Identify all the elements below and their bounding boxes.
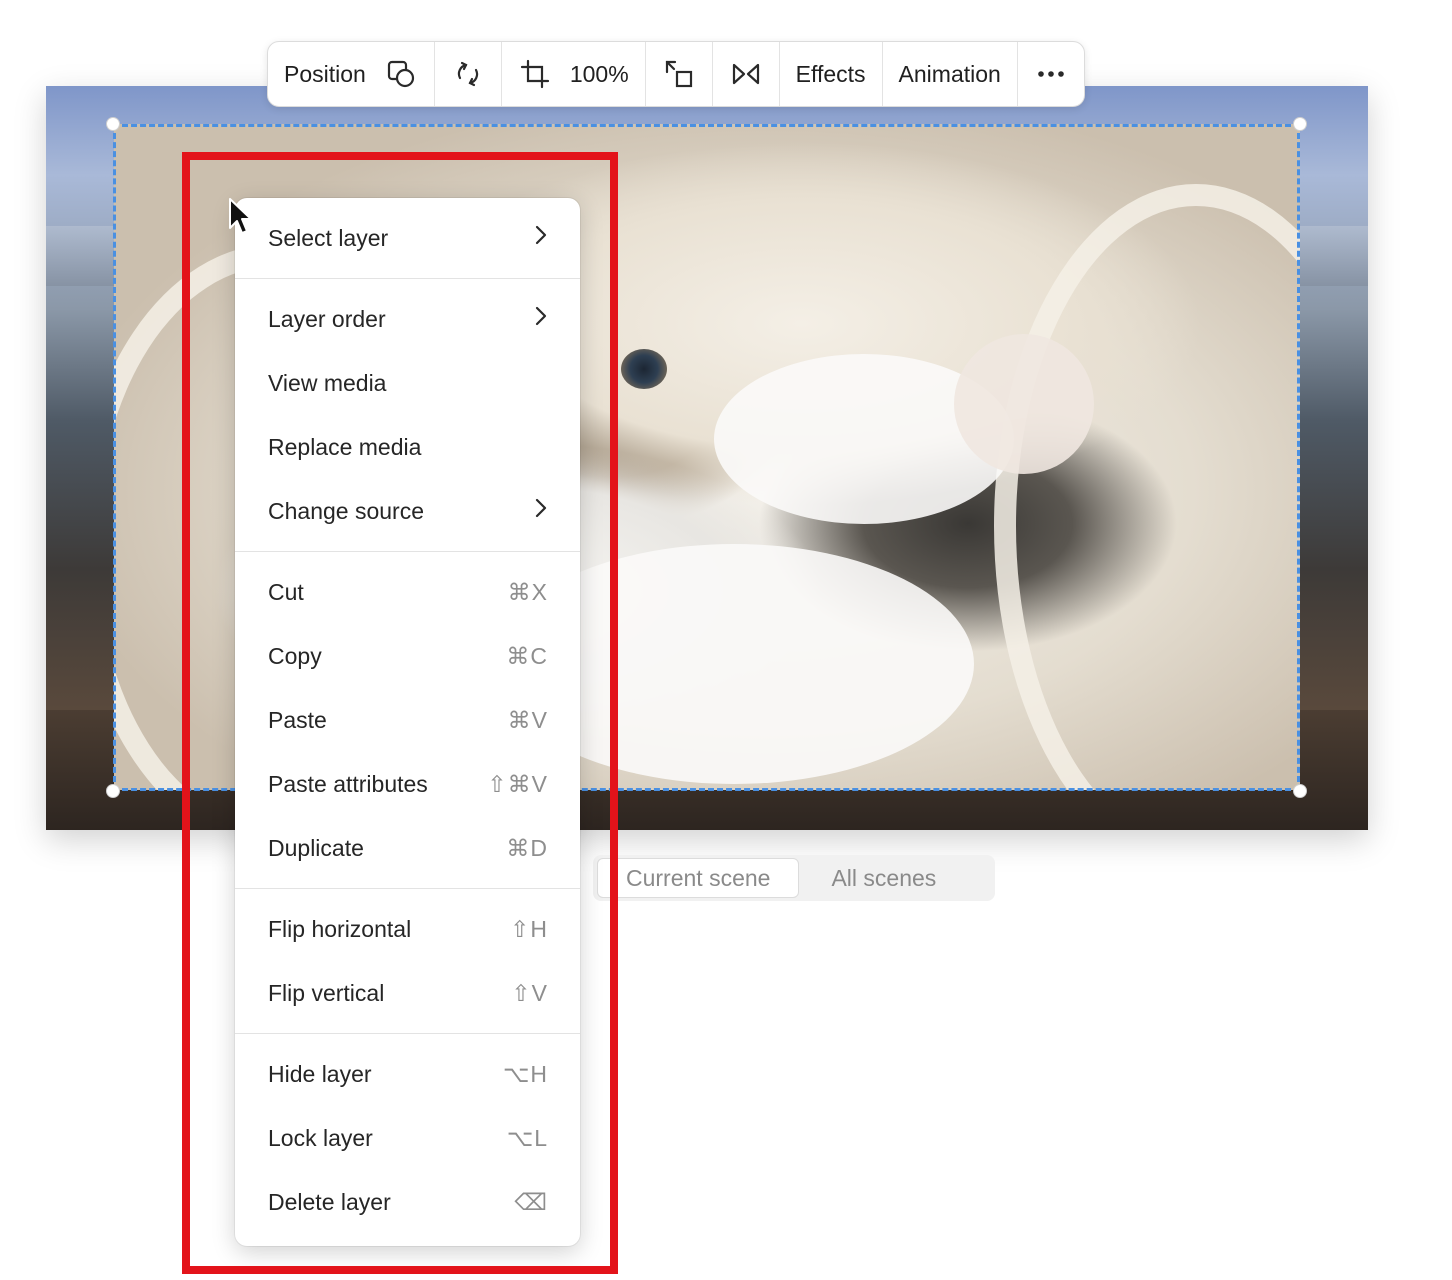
crop-zoom-group: 100% <box>502 42 646 106</box>
menu-item-label: Paste <box>268 706 327 733</box>
menu-item-select-layer[interactable]: Select layer <box>235 206 580 270</box>
menu-item-paste-attributes[interactable]: Paste attributes ⇧⌘V <box>235 752 580 816</box>
crop-icon[interactable] <box>518 57 552 91</box>
menu-section: Layer order View media Replace media Change… <box>235 279 580 552</box>
menu-item-duplicate[interactable]: Duplicate ⌘D <box>235 816 580 880</box>
menu-item-shortcut: ⌘V <box>507 706 548 733</box>
effects-group: Effects <box>780 42 883 106</box>
menu-item-cut[interactable]: Cut ⌘X <box>235 560 580 624</box>
menu-item-label: Delete layer <box>268 1188 391 1215</box>
flip-icon[interactable] <box>729 57 763 91</box>
menu-item-shortcut: ⌫ <box>514 1188 548 1215</box>
rotate-icon[interactable] <box>451 57 485 91</box>
menu-item-flip-horizontal[interactable]: Flip horizontal ⇧H <box>235 897 580 961</box>
menu-section: Select layer <box>235 198 580 279</box>
all-scenes-tab[interactable]: All scenes <box>803 859 964 897</box>
menu-item-label: Copy <box>268 642 322 669</box>
chevron-right-icon <box>534 224 548 252</box>
menu-item-hide-layer[interactable]: Hide layer ⌥H <box>235 1042 580 1106</box>
rotate-group <box>435 42 502 106</box>
more-group <box>1018 42 1084 106</box>
menu-item-lock-layer[interactable]: Lock layer ⌥L <box>235 1106 580 1170</box>
menu-item-label: Replace media <box>268 433 422 460</box>
zoom-level[interactable]: 100% <box>570 61 629 88</box>
shapes-icon[interactable] <box>384 57 418 91</box>
menu-item-delete-layer[interactable]: Delete layer ⌫ <box>235 1170 580 1234</box>
position-group: Position <box>268 42 435 106</box>
resize-handle-bottom-right[interactable] <box>1293 784 1307 798</box>
menu-item-flip-vertical[interactable]: Flip vertical ⇧V <box>235 961 580 1025</box>
menu-item-label: Cut <box>268 578 304 605</box>
flip-group <box>713 42 780 106</box>
menu-item-label: Layer order <box>268 305 386 332</box>
menu-item-label: Change source <box>268 497 424 524</box>
resize-group <box>646 42 713 106</box>
menu-section: Flip horizontal ⇧H Flip vertical ⇧V <box>235 889 580 1034</box>
element-toolbar: Position 100% Effects Animation <box>267 41 1085 107</box>
menu-item-copy[interactable]: Copy ⌘C <box>235 624 580 688</box>
menu-item-label: Hide layer <box>268 1060 372 1087</box>
menu-item-paste[interactable]: Paste ⌘V <box>235 688 580 752</box>
resize-icon[interactable] <box>662 57 696 91</box>
animation-button[interactable]: Animation <box>899 61 1001 88</box>
menu-section: Hide layer ⌥H Lock layer ⌥L Delete layer ⌫ <box>235 1034 580 1242</box>
resize-handle-top-left[interactable] <box>106 117 120 131</box>
menu-item-shortcut: ⌘D <box>506 834 548 861</box>
menu-item-shortcut: ⇧⌘V <box>487 770 548 797</box>
menu-item-label: View media <box>268 369 387 396</box>
menu-item-shortcut: ⌘C <box>506 642 548 669</box>
animation-group: Animation <box>883 42 1018 106</box>
mouse-cursor-icon <box>229 198 252 234</box>
menu-item-shortcut: ⇧H <box>510 915 548 942</box>
scene-scope-toggle: Current scene All scenes <box>593 855 995 901</box>
menu-item-label: Flip vertical <box>268 979 385 1006</box>
chevron-right-icon <box>534 497 548 525</box>
menu-item-shortcut: ⇧V <box>511 979 548 1006</box>
menu-item-replace-media[interactable]: Replace media <box>235 415 580 479</box>
context-menu: Select layer Layer order View media Replace… <box>235 198 580 1246</box>
menu-item-label: Duplicate <box>268 834 364 861</box>
resize-handle-top-right[interactable] <box>1293 117 1307 131</box>
menu-item-shortcut: ⌥H <box>502 1060 548 1087</box>
position-button[interactable]: Position <box>284 61 366 88</box>
menu-item-label: Select layer <box>268 224 389 251</box>
menu-item-label: Lock layer <box>268 1124 373 1151</box>
menu-item-label: Paste attributes <box>268 770 428 797</box>
menu-item-change-source[interactable]: Change source <box>235 479 580 543</box>
menu-item-shortcut: ⌘X <box>507 578 548 605</box>
paw <box>954 334 1094 474</box>
current-scene-tab[interactable]: Current scene <box>597 858 800 898</box>
menu-item-label: Flip horizontal <box>268 915 412 942</box>
resize-handle-bottom-left[interactable] <box>106 784 120 798</box>
effects-button[interactable]: Effects <box>796 61 866 88</box>
kitten-eye <box>621 349 667 389</box>
menu-item-layer-order[interactable]: Layer order <box>235 287 580 351</box>
menu-item-shortcut: ⌥L <box>506 1124 548 1151</box>
menu-section: Cut ⌘X Copy ⌘C Paste ⌘V Paste attributes ⇧⌘V Dup… <box>235 552 580 889</box>
knit-fabric <box>994 184 1300 790</box>
more-icon[interactable] <box>1034 57 1068 91</box>
menu-item-view-media[interactable]: View media <box>235 351 580 415</box>
chevron-right-icon <box>534 305 548 333</box>
